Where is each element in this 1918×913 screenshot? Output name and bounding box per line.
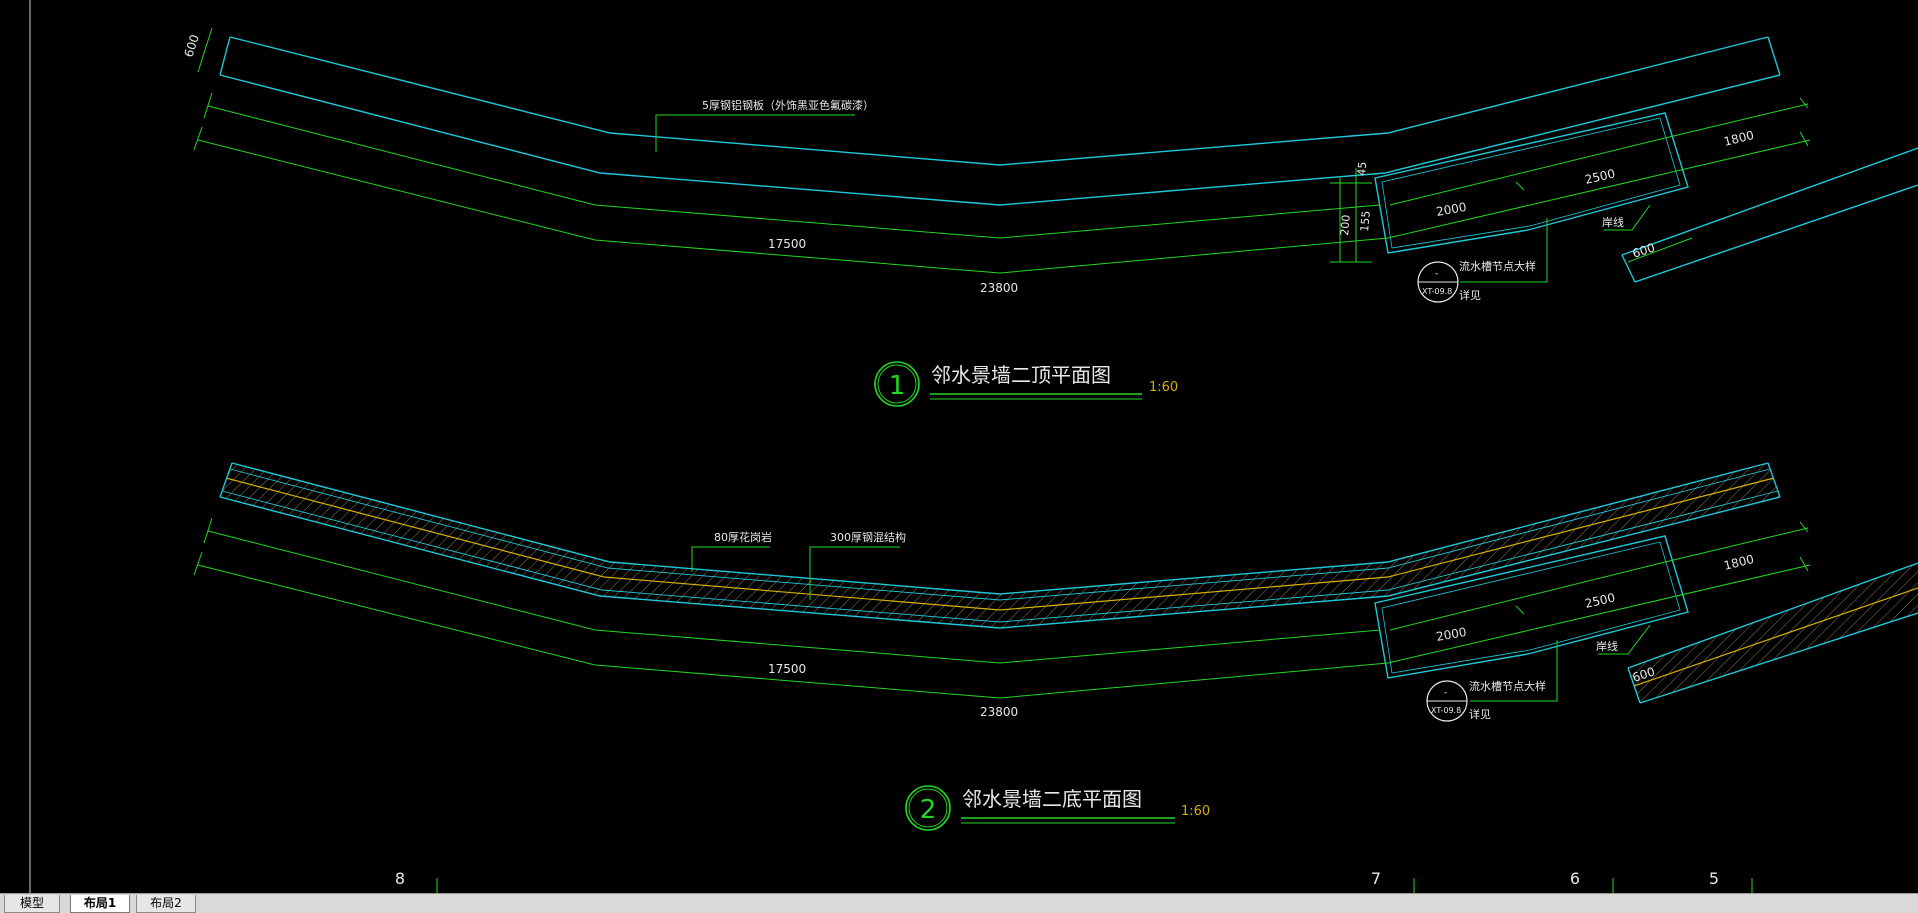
tab-layout1[interactable]: 布局1 <box>70 895 130 913</box>
view1-number: 1 <box>889 371 906 401</box>
view2-stone-leader <box>691 546 770 572</box>
view2-number: 2 <box>920 795 937 825</box>
view1-dim-tick-b <box>1799 97 1809 109</box>
view1-top-plan: 5厚钢铝钢板（外饰黑亚色氟碳漆） 17500 23800 2000 2500 1… <box>182 27 1918 407</box>
view2-detail-mark: - <box>1444 688 1447 698</box>
view1-dim-line-right2 <box>1387 139 1811 239</box>
view2-shoreline-label: 岸线 <box>1596 639 1618 653</box>
view1-dim-2000: 2000 <box>1435 200 1468 219</box>
view1-dim-600-right: 600 <box>1631 240 1657 260</box>
view2-dim-2000: 2000 <box>1435 625 1468 644</box>
tab-layout2[interactable]: 布局2 <box>136 895 196 913</box>
view1-dim-1800: 1800 <box>1722 128 1755 149</box>
view2-bank-core <box>1633 587 1918 687</box>
view2-dim-ext-left1 <box>203 517 213 544</box>
view1-dim-line-23800 <box>197 139 1389 274</box>
view1-dim-ext-left1 <box>203 92 213 119</box>
view1-wall-outer-edge <box>229 36 1769 166</box>
view1-detail-ref: XT-09.8 <box>1422 287 1452 296</box>
view2-bank-hatch <box>1628 563 1918 703</box>
grid-axis-labels: 8 7 6 5 <box>395 869 1753 893</box>
view1-detail-title: 流水槽节点大样 <box>1459 259 1536 273</box>
view1-detail-mark: - <box>1435 269 1438 279</box>
view2-detail-ref: XT-09.8 <box>1431 706 1461 715</box>
grid-label-6: 6 <box>1570 869 1580 888</box>
view2-dim-17500: 17500 <box>768 662 806 676</box>
view1-dim-line-right <box>1389 103 1809 206</box>
tab-model[interactable]: 模型 <box>4 895 60 913</box>
grid-label-5: 5 <box>1709 869 1719 888</box>
view2-detail-title: 流水槽节点大样 <box>1469 679 1546 693</box>
view2-detail-see: 详见 <box>1469 707 1491 721</box>
cad-drawing-canvas[interactable]: 5厚钢铝钢板（外饰黑亚色氟碳漆） 17500 23800 2000 2500 1… <box>0 0 1918 893</box>
view2-dim-23800: 23800 <box>980 705 1018 719</box>
view2-dim-tick-c <box>1799 556 1809 572</box>
view1-title: 邻水景墙二顶平面图 <box>931 363 1111 387</box>
view1-dim-left-600 <box>197 27 213 73</box>
view1-wall-right-end <box>1767 36 1781 76</box>
view1-dim-line-17500 <box>207 105 1381 239</box>
view1-dim-45: 45 <box>1355 161 1369 176</box>
view2-title: 邻水景墙二底平面图 <box>962 787 1142 811</box>
view1-dim-tick-a <box>1515 181 1525 191</box>
view1-dim-155: 155 <box>1358 210 1373 232</box>
view1-dim-23800: 23800 <box>980 281 1018 295</box>
view1-water-channel <box>1374 112 1689 254</box>
layout-tab-bar: 模型 布局1 布局2 <box>0 893 1918 913</box>
view1-detail-see: 详见 <box>1459 288 1481 302</box>
view1-plate-note: 5厚钢铝钢板（外饰黑亚色氟碳漆） <box>702 98 874 112</box>
view1-bank-end <box>1621 254 1636 283</box>
view1-dim-17500: 17500 <box>768 237 806 251</box>
view1-dim-600-left: 600 <box>182 33 202 59</box>
view2-steel-note: 300厚钢混结构 <box>830 530 906 544</box>
view1-bank-upper <box>1621 147 1918 256</box>
view2-stone-note: 80厚花岗岩 <box>714 530 772 544</box>
grid-label-7: 7 <box>1371 869 1381 888</box>
view1-dim-200: 200 <box>1338 214 1353 236</box>
view2-scale: 1:60 <box>1181 804 1210 819</box>
view1-dim-2500: 2500 <box>1584 166 1617 187</box>
view1-dim-ext-left2 <box>193 126 203 151</box>
view2-dim-tick-b <box>1799 521 1809 533</box>
view2-dim-tick-a <box>1515 605 1525 615</box>
view2-dim-ext-left2 <box>193 551 203 576</box>
view2-dim-2500: 2500 <box>1584 590 1617 611</box>
view2-bottom-plan: 80厚花岗岩 300厚钢混结构 17500 23800 2000 2500 18… <box>193 462 1918 831</box>
view1-dim-tick-c <box>1799 131 1809 147</box>
view2-dim-1800: 1800 <box>1722 552 1755 573</box>
view1-shoreline-label: 岸线 <box>1602 215 1624 229</box>
view1-plate-leader <box>655 114 855 152</box>
grid-label-8: 8 <box>395 869 405 888</box>
view2-wall-hatch <box>220 463 1780 628</box>
view1-scale: 1:60 <box>1149 380 1178 395</box>
view1-wall-left-end <box>219 36 231 76</box>
